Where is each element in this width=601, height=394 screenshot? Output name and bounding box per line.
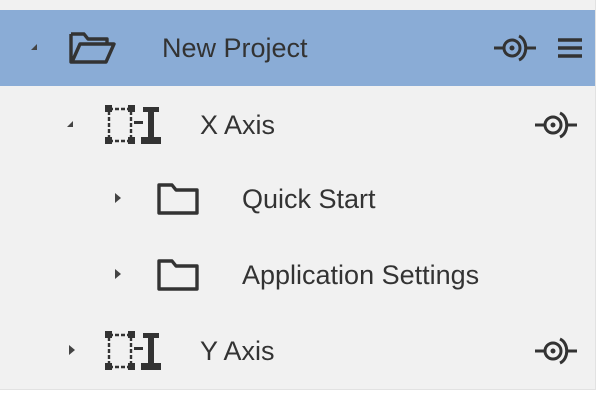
caret-collapsed-icon[interactable]	[66, 343, 78, 357]
axis-grid-icon	[102, 101, 166, 149]
menu-icon[interactable]	[555, 32, 585, 64]
tree-row-label: X Axis	[200, 110, 276, 140]
folder-open-icon	[66, 24, 118, 72]
tree-row-label: Y Axis	[200, 336, 275, 366]
connector-icon[interactable]	[533, 109, 579, 141]
axis-grid-icon	[102, 327, 166, 375]
tree-row-label: Application Settings	[242, 260, 480, 290]
tree-row-quick-start[interactable]: Quick Start	[0, 161, 595, 237]
tree-row-new-project[interactable]: New Project	[0, 10, 595, 86]
tree-row-x-axis[interactable]: X Axis	[0, 87, 595, 163]
caret-expanded-icon[interactable]	[64, 117, 76, 131]
connector-icon[interactable]	[533, 335, 579, 367]
tree-row-application-settings[interactable]: Application Settings	[0, 237, 595, 313]
connector-icon[interactable]	[492, 32, 538, 64]
tree-row-label: Quick Start	[242, 184, 376, 214]
caret-collapsed-icon[interactable]	[112, 191, 124, 205]
folder-icon	[152, 175, 204, 223]
project-tree-panel: New Project X Axis Quick Start Applicati…	[0, 0, 596, 390]
tree-row-y-axis[interactable]: Y Axis	[0, 313, 595, 389]
caret-collapsed-icon[interactable]	[112, 267, 124, 281]
caret-expanded-icon[interactable]	[28, 40, 40, 54]
folder-icon	[152, 251, 204, 299]
tree-row-label: New Project	[162, 33, 308, 63]
